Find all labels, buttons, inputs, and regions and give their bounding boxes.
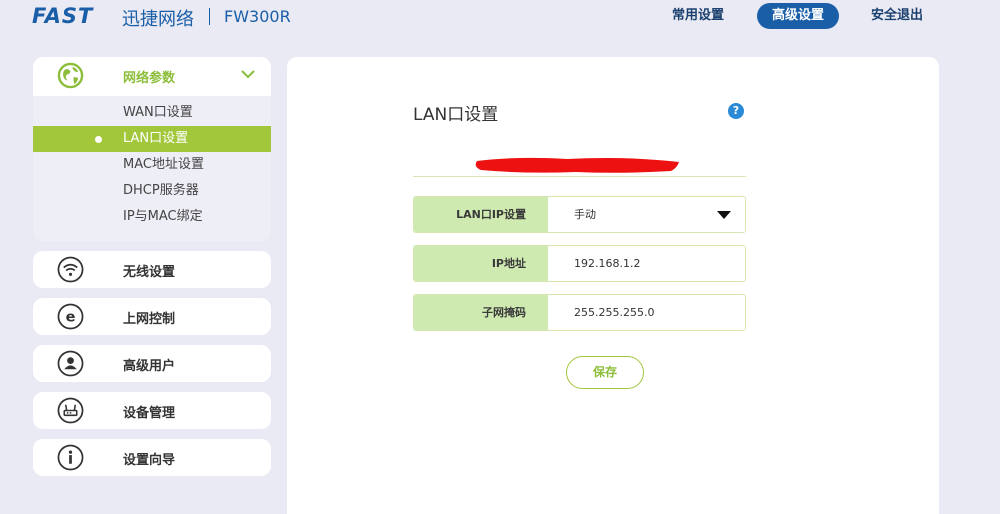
sidebar-item-label: 设备管理 — [123, 406, 176, 421]
submenu-item-lan[interactable]: LAN口设置 — [33, 126, 271, 152]
chevron-down-icon — [241, 70, 255, 79]
sidebar-item-device-management[interactable]: 设备管理 — [33, 392, 271, 429]
wifi-icon — [57, 256, 84, 283]
submenu-item-dhcp[interactable]: DHCP服务器 — [33, 178, 271, 204]
sidebar-item-label: 无线设置 — [123, 265, 176, 280]
field-value[interactable]: 192.168.1.2 — [548, 246, 745, 281]
field-value[interactable]: 255.255.255.0 — [548, 295, 745, 330]
submenu-label: MAC地址设置 — [123, 157, 204, 172]
sidebar-item-advanced-user[interactable]: 高级用户 — [33, 345, 271, 382]
svg-text:e: e — [66, 309, 76, 325]
save-button[interactable]: 保存 — [566, 356, 644, 389]
field-value[interactable]: 手动 — [548, 197, 745, 232]
submenu-label: DHCP服务器 — [123, 183, 199, 198]
submenu-label: LAN口设置 — [123, 131, 189, 146]
globe-icon — [57, 62, 84, 89]
internet-control-icon: e — [57, 303, 84, 330]
help-icon[interactable]: ? — [728, 103, 744, 119]
submenu-label: IP与MAC绑定 — [123, 209, 203, 224]
sidebar-item-wireless[interactable]: 无线设置 — [33, 251, 271, 288]
redaction-mark — [475, 157, 679, 173]
brand-name: 迅捷网络 — [122, 9, 194, 30]
select-value: 手动 — [574, 208, 596, 221]
submenu-item-wan[interactable]: WAN口设置 — [33, 100, 271, 126]
subnet-mask-field[interactable]: 子网掩码 255.255.255.0 — [413, 294, 746, 331]
nav-advanced-settings[interactable]: 高级设置 — [757, 3, 839, 29]
lan-ip-mode-select[interactable]: LAN口IP设置 手动 — [413, 196, 746, 233]
dropdown-arrow-icon — [717, 211, 731, 219]
info-icon — [57, 444, 84, 471]
ip-address-field[interactable]: IP地址 192.168.1.2 — [413, 245, 746, 282]
field-label: 子网掩码 — [414, 295, 548, 330]
section-divider — [413, 176, 746, 177]
field-label: IP地址 — [414, 246, 548, 281]
sidebar-item-setup-wizard[interactable]: 设置向导 — [33, 439, 271, 476]
nav-common-settings[interactable]: 常用设置 — [664, 3, 732, 29]
device-model: FW300R — [224, 7, 291, 26]
active-bullet-icon — [95, 136, 102, 143]
brand-logo: FAST — [32, 4, 94, 28]
network-submenu: WAN口设置 LAN口设置 MAC地址设置 DHCP服务器 IP与MAC绑定 — [33, 96, 271, 241]
lan-settings-panel: LAN口设置 ? LAN口IP设置 手动 IP地址 192.168.1.2 子网… — [287, 57, 939, 514]
nav-logout[interactable]: 安全退出 — [862, 3, 932, 29]
top-header: FAST 迅捷网络 FW300R 常用设置 高级设置 安全退出 — [0, 0, 1000, 36]
header-divider — [209, 8, 210, 25]
sidebar-item-label: 设置向导 — [123, 453, 176, 468]
field-label: LAN口IP设置 — [414, 197, 548, 232]
sidebar-item-label: 上网控制 — [123, 312, 176, 327]
submenu-label: WAN口设置 — [123, 105, 193, 120]
sidebar-item-internet-control[interactable]: e 上网控制 — [33, 298, 271, 335]
sidebar-item-network[interactable]: 网络参数 — [33, 57, 271, 96]
router-icon — [57, 397, 84, 424]
submenu-item-ip-mac-binding[interactable]: IP与MAC绑定 — [33, 204, 271, 230]
sidebar-item-label: 高级用户 — [123, 359, 176, 374]
submenu-item-mac[interactable]: MAC地址设置 — [33, 152, 271, 178]
user-icon — [57, 350, 84, 377]
sidebar-item-label: 网络参数 — [123, 71, 176, 86]
page-title: LAN口设置 — [413, 105, 499, 125]
